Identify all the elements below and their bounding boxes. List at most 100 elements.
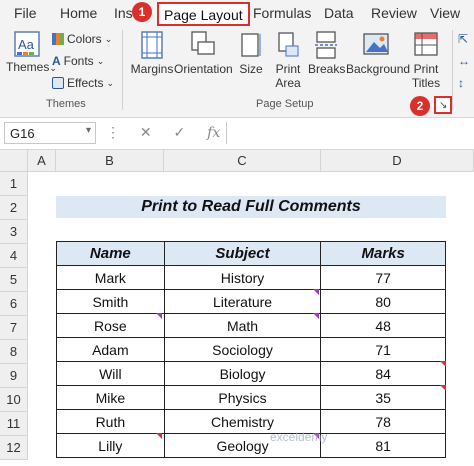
table-row: Ruth Chemistry 78 <box>56 409 446 434</box>
print-area-icon <box>278 32 299 57</box>
svg-text:Aa: Aa <box>18 37 35 52</box>
row-header[interactable]: 9 <box>0 364 28 388</box>
row-header[interactable]: 1 <box>0 172 28 196</box>
cell-name[interactable]: Adam <box>56 337 165 362</box>
row-header[interactable]: 7 <box>0 316 28 340</box>
cell-name[interactable]: Mark <box>56 265 165 290</box>
table-row: Mark History 77 <box>56 265 446 290</box>
column-header-b[interactable]: B <box>56 150 164 172</box>
effects-button[interactable]: Effects ⌄ <box>52 76 114 90</box>
cell-subject[interactable]: Math <box>163 313 322 338</box>
row-header[interactable]: 4 <box>0 244 28 268</box>
row-header[interactable]: 8 <box>0 340 28 364</box>
name-box-value: G16 <box>10 126 35 141</box>
tab-data[interactable]: Data <box>324 5 354 21</box>
row-header[interactable]: 6 <box>0 292 28 316</box>
scale-to-fit-icon[interactable]: ⇱ <box>458 32 468 46</box>
group-separator <box>122 30 123 110</box>
tab-formulas[interactable]: Formulas <box>253 5 311 21</box>
orientation-button[interactable]: Orientation <box>174 30 233 76</box>
table-row: Smith Literature 80 <box>56 289 446 314</box>
cell-subject[interactable]: Biology <box>163 361 322 386</box>
cell-subject[interactable]: Physics <box>163 385 322 410</box>
chevron-down-icon[interactable]: ▾ <box>86 125 91 136</box>
name-box[interactable]: G16 ▾ <box>4 122 96 144</box>
table-row: Will Biology 84 <box>56 361 446 386</box>
watermark-logo: exceldemy <box>270 430 328 444</box>
cell-marks[interactable]: 80 <box>320 289 446 314</box>
row-header[interactable]: 5 <box>0 268 28 292</box>
page-setup-dialog-launcher[interactable]: ↘ <box>434 96 452 114</box>
print-area-button[interactable]: Print Area <box>272 30 304 90</box>
cell-subject[interactable]: History <box>163 265 322 290</box>
cancel-icon[interactable]: ✕ <box>140 124 152 140</box>
cell-name[interactable]: Mike <box>56 385 165 410</box>
step-badge-1: 1 <box>132 2 152 22</box>
cell-name[interactable]: Lilly <box>56 433 165 458</box>
cell-name[interactable]: Will <box>56 361 165 386</box>
header-subject[interactable]: Subject <box>163 241 322 266</box>
row-header[interactable]: 10 <box>0 388 28 412</box>
cell-subject[interactable]: Literature <box>163 289 322 314</box>
scale-height-icon[interactable]: ↕ <box>458 76 464 90</box>
margins-button[interactable]: Margins <box>130 30 174 76</box>
comment-indicator-icon[interactable] <box>156 433 162 439</box>
column-header-a[interactable]: A <box>28 150 56 172</box>
header-name[interactable]: Name <box>56 241 165 266</box>
cell-marks[interactable]: 78 <box>320 409 446 434</box>
header-marks[interactable]: Marks <box>320 241 446 266</box>
dialog-launcher-icon: ↘ <box>439 100 448 111</box>
row-header[interactable]: 2 <box>0 196 28 220</box>
comment-indicator-icon[interactable] <box>313 313 319 319</box>
fonts-icon: A <box>52 54 61 68</box>
tab-review[interactable]: Review <box>371 5 417 21</box>
cell-marks[interactable]: 35 <box>320 385 446 410</box>
breaks-icon <box>315 31 337 59</box>
table-row: Mike Physics 35 <box>56 385 446 410</box>
cell-name[interactable]: Ruth <box>56 409 165 434</box>
themes-group-label: Themes <box>46 98 86 110</box>
cell-marks[interactable]: 84 <box>320 361 446 386</box>
table-row: Adam Sociology 71 <box>56 337 446 362</box>
breaks-button[interactable]: Breaks <box>308 30 345 76</box>
page-setup-group-label: Page Setup <box>256 98 314 110</box>
comment-indicator-icon[interactable] <box>440 385 446 391</box>
colors-icon <box>52 33 64 45</box>
colors-button[interactable]: Colors ⌄ <box>52 32 112 46</box>
column-header-c[interactable]: C <box>164 150 321 172</box>
cell-marks[interactable]: 48 <box>320 313 446 338</box>
cell-name[interactable]: Rose <box>56 313 165 338</box>
row-header[interactable]: 12 <box>0 436 28 460</box>
tab-insert[interactable]: Ins <box>114 5 133 21</box>
themes-button[interactable]: Aa Themes⌄ <box>6 30 57 74</box>
table-row: Rose Math 48 <box>56 313 446 338</box>
comment-indicator-icon[interactable] <box>156 313 162 319</box>
cell-name[interactable]: Smith <box>56 289 165 314</box>
comment-indicator-icon[interactable] <box>313 289 319 295</box>
scale-width-icon[interactable]: ↔ <box>458 54 470 68</box>
row-header[interactable]: 11 <box>0 412 28 436</box>
comment-indicator-icon[interactable] <box>440 361 446 367</box>
ribbon-tab-bar: File Home Ins 1 Page Layout Formulas Dat… <box>0 0 474 26</box>
size-button[interactable]: Size <box>236 30 266 76</box>
cell-marks[interactable]: 71 <box>320 337 446 362</box>
select-all-corner[interactable] <box>0 150 28 172</box>
cell-marks[interactable]: 81 <box>320 433 446 458</box>
row-header[interactable]: 3 <box>0 220 28 244</box>
print-titles-button[interactable]: Print Titles <box>410 30 442 90</box>
tab-home[interactable]: Home <box>60 5 97 21</box>
insert-function-icon[interactable]: fx <box>207 125 220 141</box>
confirm-icon[interactable]: ✓ <box>174 124 186 140</box>
marks-table: Name Subject Marks Mark History 77 Smith… <box>56 241 446 458</box>
margins-icon <box>141 31 163 59</box>
tab-view[interactable]: View <box>430 5 460 21</box>
cell-marks[interactable]: 77 <box>320 265 446 290</box>
sheet-title-cell[interactable]: Print to Read Full Comments <box>56 196 446 218</box>
background-button[interactable]: Background <box>346 30 410 76</box>
fonts-button[interactable]: A Fonts ⌄ <box>52 54 104 68</box>
column-header-d[interactable]: D <box>321 150 474 172</box>
tab-page-layout[interactable]: Page Layout <box>157 2 250 26</box>
formula-input[interactable] <box>226 122 474 144</box>
tab-file[interactable]: File <box>14 5 37 21</box>
cell-subject[interactable]: Sociology <box>163 337 322 362</box>
